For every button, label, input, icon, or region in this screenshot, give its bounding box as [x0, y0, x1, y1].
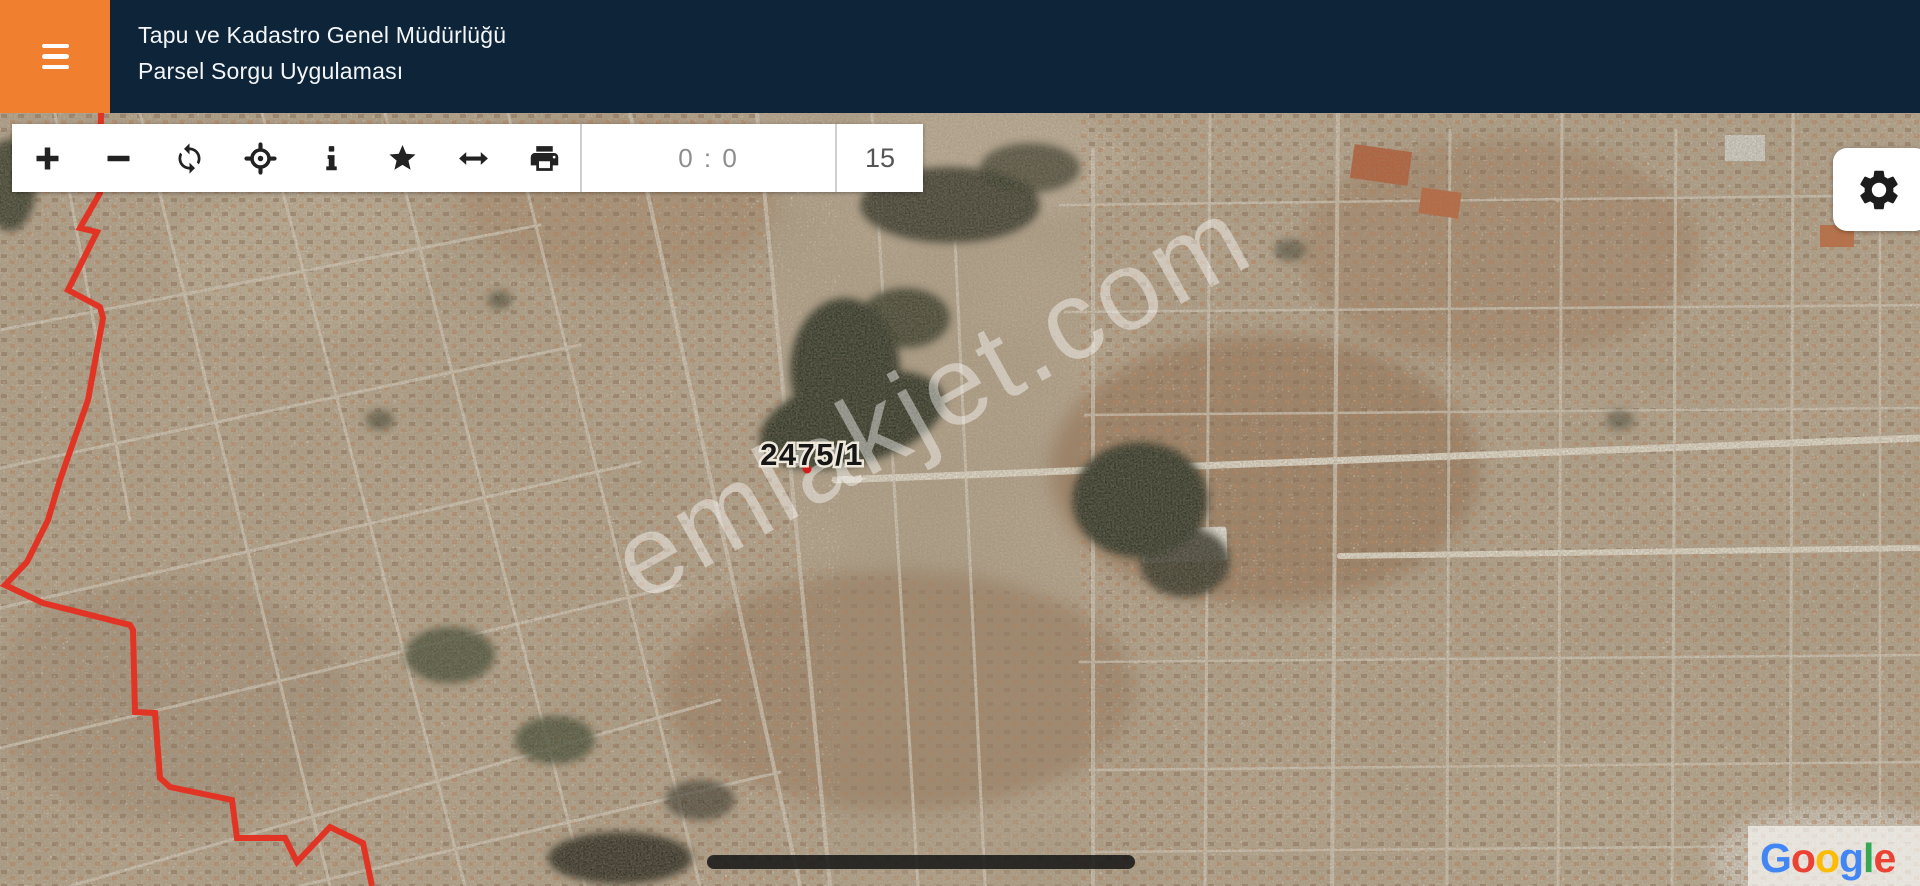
drag-indicator[interactable]: [707, 855, 1135, 869]
zoom-out-button[interactable]: [83, 124, 154, 192]
settings-button[interactable]: [1833, 148, 1920, 231]
app-subtitle: Parsel Sorgu Uygulaması: [138, 58, 404, 84]
refresh-button[interactable]: [154, 124, 225, 192]
minus-icon: [107, 155, 130, 161]
star-icon: [389, 144, 416, 170]
hamburger-icon: [41, 43, 69, 70]
agency-title: Tapu ve Kadastro Genel Müdürlüğü: [138, 22, 507, 48]
app-header: Tapu ve Kadastro Genel Müdürlüğü Parsel …: [0, 0, 1920, 113]
printer-icon: [530, 145, 559, 171]
info-button[interactable]: [296, 124, 367, 192]
plus-icon: [36, 147, 59, 169]
refresh-icon: [178, 142, 201, 174]
horizontal-arrow-icon: [459, 151, 488, 165]
zoom-level-display: 15: [864, 142, 896, 173]
coordinate-display: 0 : 0: [678, 142, 739, 173]
print-button[interactable]: [509, 124, 580, 192]
crosshair-icon: [244, 141, 277, 175]
gear-icon: [1860, 170, 1898, 209]
favorite-button[interactable]: [367, 124, 438, 192]
locate-button[interactable]: [225, 124, 296, 192]
zoom-in-button[interactable]: [12, 124, 83, 192]
parcel-label: 2475/1: [760, 437, 864, 472]
google-logo[interactable]: Google: [1760, 835, 1896, 881]
measure-button[interactable]: [438, 124, 509, 192]
menu-button[interactable]: [0, 0, 110, 113]
google-logo-text: Google: [1760, 835, 1896, 881]
map-toolbar: 0 : 0 15: [12, 124, 923, 192]
app-title: Tapu ve Kadastro Genel Müdürlüğü Parsel …: [110, 0, 506, 113]
info-icon: [326, 145, 337, 170]
